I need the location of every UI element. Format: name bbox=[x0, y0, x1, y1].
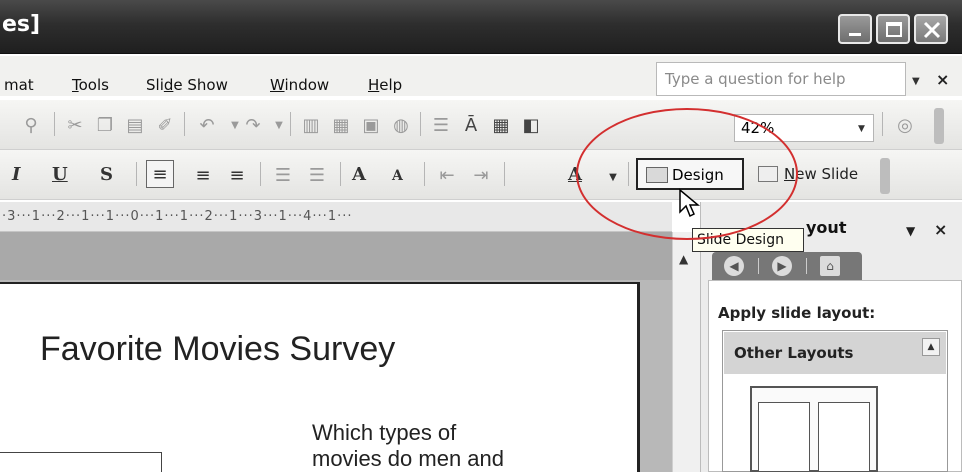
task-pane-title: yout bbox=[806, 218, 847, 237]
slide-body-text[interactable]: Which types of movies do men and bbox=[312, 420, 504, 472]
close-icon bbox=[923, 21, 941, 39]
toolbar-separator bbox=[420, 112, 421, 136]
highlight-circle bbox=[576, 108, 798, 240]
shadow-button[interactable]: S bbox=[100, 164, 113, 185]
numbering-icon[interactable]: ☰ bbox=[270, 162, 296, 188]
collapse-section-icon[interactable]: ▲ bbox=[922, 338, 940, 356]
scroll-up-icon[interactable]: ▲ bbox=[679, 252, 688, 266]
color-grayscale-icon[interactable]: ◧ bbox=[518, 112, 544, 138]
redo-dropdown-icon[interactable]: ▼ bbox=[266, 112, 292, 138]
menu-tools[interactable]: Tools bbox=[72, 76, 109, 94]
toolbar-separator bbox=[54, 112, 55, 136]
toolbar-separator bbox=[136, 162, 137, 186]
research-icon[interactable]: ⚲ bbox=[18, 112, 44, 138]
apply-layout-label: Apply slide layout: bbox=[718, 304, 876, 322]
insert-picture-icon[interactable]: ▣ bbox=[358, 112, 384, 138]
layout-thumbnail[interactable] bbox=[750, 386, 878, 472]
minimize-button[interactable] bbox=[838, 14, 872, 44]
nav-divider bbox=[806, 258, 807, 274]
menu-window[interactable]: Window bbox=[270, 76, 329, 94]
format-painter-icon[interactable]: ✐ bbox=[152, 112, 178, 138]
show-formatting-icon[interactable]: Ā bbox=[458, 112, 484, 138]
increase-indent-icon[interactable]: ⇥ bbox=[468, 162, 494, 188]
zoom-dropdown-icon[interactable]: ▼ bbox=[858, 124, 865, 134]
align-right-icon[interactable]: ≡ bbox=[224, 162, 250, 188]
redo-icon[interactable]: ↷ bbox=[240, 112, 266, 138]
task-pane-dropdown-icon[interactable]: ▼ bbox=[906, 224, 915, 238]
toolbar-separator bbox=[340, 162, 341, 186]
vertical-scrollbar[interactable]: ▲ bbox=[672, 232, 700, 472]
toolbar-options-icon[interactable] bbox=[880, 158, 890, 194]
grid-icon[interactable]: ▦ bbox=[488, 112, 514, 138]
toolbar-separator bbox=[504, 162, 505, 186]
other-layouts-label: Other Layouts bbox=[734, 344, 854, 362]
copy-icon[interactable]: ❐ bbox=[92, 112, 118, 138]
window-title: es] bbox=[2, 12, 41, 37]
help-search-input[interactable]: Type a question for help bbox=[656, 62, 906, 96]
close-window-button[interactable] bbox=[914, 14, 948, 44]
insert-table-icon[interactable]: ▦ bbox=[328, 112, 354, 138]
horizontal-ruler: ·3···1···2···1···1···0···1···1···2···1··… bbox=[0, 202, 672, 232]
bullets-icon[interactable]: ☰ bbox=[304, 162, 330, 188]
layout-clipart-placeholder-icon bbox=[818, 402, 870, 472]
toolbar-options-icon[interactable] bbox=[934, 108, 944, 144]
expand-all-icon[interactable]: ☰ bbox=[428, 112, 454, 138]
paste-icon[interactable]: ▤ bbox=[122, 112, 148, 138]
decrease-font-button[interactable]: A bbox=[392, 168, 403, 184]
insert-chart-icon[interactable]: ▥ bbox=[298, 112, 324, 138]
menu-format[interactable]: mat bbox=[4, 76, 34, 94]
slide-title[interactable]: Favorite Movies Survey bbox=[40, 330, 395, 369]
toolbar-separator bbox=[290, 112, 291, 136]
undo-icon[interactable]: ↶ bbox=[194, 112, 220, 138]
menu-slide-show[interactable]: Slide Show bbox=[146, 76, 228, 94]
work-area-background bbox=[0, 232, 672, 280]
help-icon[interactable]: ◎ bbox=[892, 112, 918, 138]
center-icon[interactable]: ≡ bbox=[190, 162, 216, 188]
home-icon[interactable]: ⌂ bbox=[820, 256, 840, 276]
slide-placeholder-box[interactable] bbox=[0, 452, 162, 472]
task-pane-close-button[interactable]: × bbox=[934, 220, 947, 239]
layout-text-placeholder-icon bbox=[758, 402, 810, 472]
cut-icon[interactable]: ✂ bbox=[62, 112, 88, 138]
back-icon[interactable]: ◀ bbox=[724, 256, 744, 276]
insert-diagram-icon[interactable]: ◍ bbox=[388, 112, 414, 138]
nav-divider bbox=[758, 258, 759, 274]
help-dropdown-icon[interactable]: ▼ bbox=[912, 76, 920, 87]
underline-button[interactable]: U bbox=[52, 164, 68, 185]
maximize-button[interactable] bbox=[876, 14, 910, 44]
increase-font-button[interactable]: A bbox=[352, 164, 366, 185]
toolbar-separator bbox=[424, 162, 425, 186]
forward-icon[interactable]: ▶ bbox=[772, 256, 792, 276]
task-pane-nav: ◀ ▶ ⌂ bbox=[712, 252, 862, 280]
minimize-icon bbox=[849, 33, 861, 36]
align-left-icon: ≡ bbox=[152, 163, 168, 185]
toolbar-separator bbox=[882, 112, 883, 136]
menu-help[interactable]: Help bbox=[368, 76, 402, 94]
close-document-button[interactable]: × bbox=[936, 70, 949, 89]
title-bar: es] bbox=[0, 0, 962, 54]
toolbar-separator bbox=[260, 162, 261, 186]
maximize-icon bbox=[886, 22, 902, 37]
toolbar-separator bbox=[184, 112, 185, 136]
italic-button[interactable]: I bbox=[12, 164, 20, 185]
decrease-indent-icon[interactable]: ⇤ bbox=[434, 162, 460, 188]
